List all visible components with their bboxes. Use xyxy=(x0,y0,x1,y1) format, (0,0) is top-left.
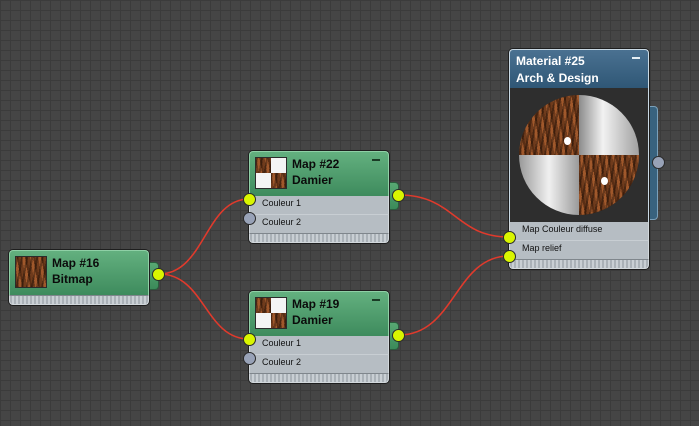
material25-input-relief-port[interactable] xyxy=(503,250,516,263)
map22-output-port[interactable] xyxy=(392,189,405,202)
map19-name: Map #19 xyxy=(292,297,340,311)
map22-header[interactable]: Map #22 Damier xyxy=(249,151,389,196)
map16-header[interactable]: Map #16 Bitmap xyxy=(9,250,149,295)
wire-map19-to-material-relief xyxy=(398,255,510,336)
map19-input-couleur2-port[interactable] xyxy=(243,352,256,365)
node-map22[interactable]: Map #22 Damier Couleur 1 Couleur 2 xyxy=(249,151,389,243)
wire-map22-to-material-diffuse xyxy=(398,194,510,238)
material25-output-port[interactable] xyxy=(652,156,665,169)
map19-slot-couleur2-label: Couleur 2 xyxy=(262,357,302,367)
material25-footer xyxy=(509,259,649,269)
map19-slot-couleur1[interactable]: Couleur 1 xyxy=(249,336,389,354)
material25-name: Material #25 xyxy=(516,54,585,68)
map22-checker-thumbnail xyxy=(255,157,287,189)
map22-type: Damier xyxy=(292,173,333,187)
material25-slot-relief[interactable]: Map relief xyxy=(509,240,649,259)
map22-slot-couleur1[interactable]: Couleur 1 xyxy=(249,196,389,214)
map16-bitmap-thumbnail xyxy=(15,256,47,288)
material25-slot-diffuse-label: Map Couleur diffuse xyxy=(522,224,603,234)
map16-name: Map #16 xyxy=(52,256,100,270)
map22-input-couleur2-port[interactable] xyxy=(243,212,256,225)
map16-title: Map #16 Bitmap xyxy=(52,255,99,287)
material25-header[interactable]: Material #25 Arch & Design xyxy=(509,49,649,88)
material25-input-diffuse-port[interactable] xyxy=(503,231,516,244)
map19-slot-couleur2[interactable]: Couleur 2 xyxy=(249,354,389,373)
node-map19[interactable]: Map #19 Damier Couleur 1 Couleur 2 xyxy=(249,291,389,383)
map22-collapse-icon[interactable] xyxy=(372,159,380,161)
map22-slot-couleur2-label: Couleur 2 xyxy=(262,217,302,227)
map22-name: Map #22 xyxy=(292,157,340,171)
node-material25[interactable]: Material #25 Arch & Design Map Couleur d… xyxy=(509,49,649,269)
material25-slot-relief-label: Map relief xyxy=(522,243,562,253)
node-map16[interactable]: Map #16 Bitmap xyxy=(9,250,149,305)
map19-input-couleur1-port[interactable] xyxy=(243,333,256,346)
map19-title: Map #19 Damier xyxy=(292,296,339,328)
map19-collapse-icon[interactable] xyxy=(372,299,380,301)
map22-slot-couleur1-label: Couleur 1 xyxy=(262,198,302,208)
map22-slot-couleur2[interactable]: Couleur 2 xyxy=(249,214,389,233)
material25-preview xyxy=(509,88,649,222)
map19-footer xyxy=(249,373,389,383)
map19-header[interactable]: Map #19 Damier xyxy=(249,291,389,336)
material25-collapse-icon[interactable] xyxy=(632,57,640,59)
map22-input-couleur1-port[interactable] xyxy=(243,193,256,206)
map19-checker-thumbnail xyxy=(255,297,287,329)
map19-output-port[interactable] xyxy=(392,329,405,342)
map16-output-port[interactable] xyxy=(152,268,165,281)
map16-type: Bitmap xyxy=(52,272,93,286)
wire-map16-to-map22 xyxy=(158,198,250,275)
material25-slot-diffuse[interactable]: Map Couleur diffuse xyxy=(509,222,649,240)
wire-map16-to-map19 xyxy=(158,273,250,340)
material25-type: Arch & Design xyxy=(516,71,599,85)
map22-title: Map #22 Damier xyxy=(292,156,339,188)
map19-type: Damier xyxy=(292,313,333,327)
map19-slot-couleur1-label: Couleur 1 xyxy=(262,338,302,348)
map16-footer xyxy=(9,295,149,305)
map22-footer xyxy=(249,233,389,243)
material-preview-sphere xyxy=(519,95,639,215)
